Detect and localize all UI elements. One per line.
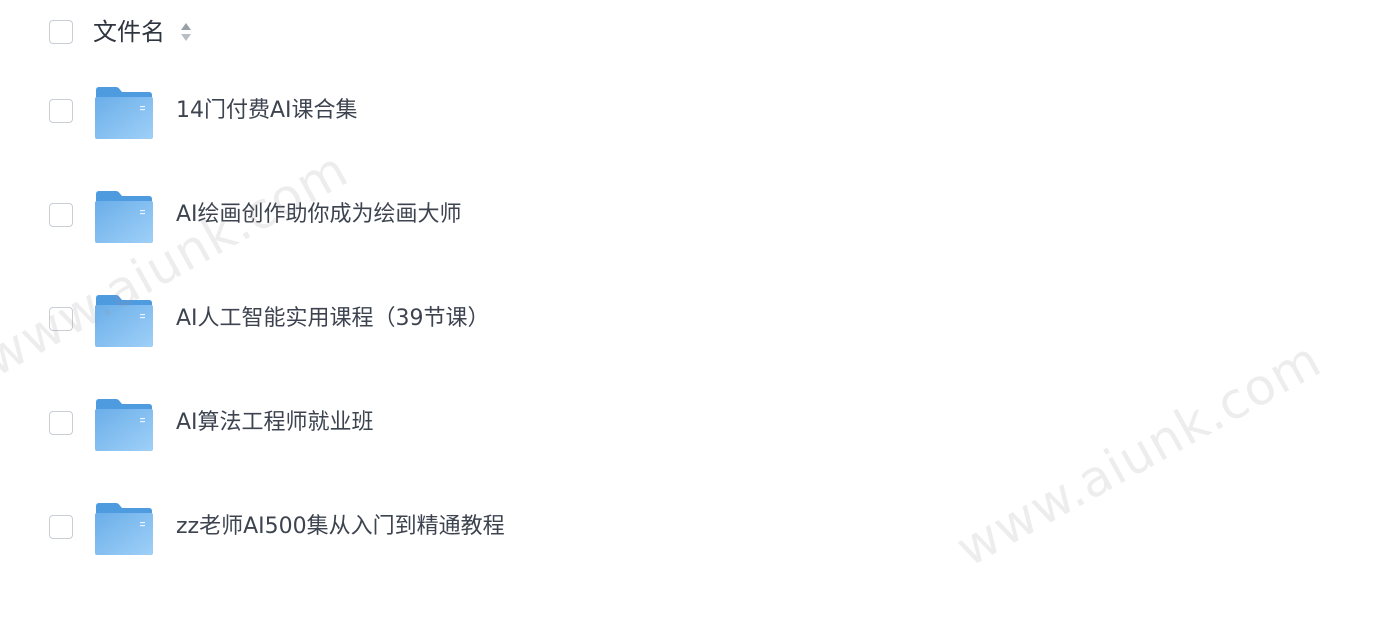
row-checkbox[interactable]	[49, 99, 73, 123]
file-name[interactable]: AI绘画创作助你成为绘画大师	[176, 200, 462, 230]
row-checkbox[interactable]	[49, 307, 73, 331]
row-checkbox[interactable]	[49, 203, 73, 227]
folder-icon	[95, 399, 153, 451]
file-name[interactable]: zz老师AI500集从入门到精通教程	[176, 512, 505, 542]
select-all-checkbox[interactable]	[49, 20, 73, 44]
file-row[interactable]: AI绘画创作助你成为绘画大师	[0, 162, 1384, 266]
folder-icon	[95, 87, 153, 139]
column-header-filename[interactable]: 文件名	[93, 16, 165, 48]
file-list: 14门付费AI课合集 AI绘画创作助你成为绘画大师 AI人工智能实用课程（39节…	[0, 58, 1384, 578]
folder-icon	[95, 295, 153, 347]
file-row[interactable]: zz老师AI500集从入门到精通教程	[0, 474, 1384, 578]
file-row[interactable]: AI算法工程师就业班	[0, 370, 1384, 474]
folder-icon	[95, 503, 153, 555]
folder-icon	[95, 191, 153, 243]
file-name[interactable]: AI人工智能实用课程（39节课）	[176, 304, 490, 334]
row-checkbox[interactable]	[49, 515, 73, 539]
file-row[interactable]: 14门付费AI课合集	[0, 58, 1384, 162]
file-row[interactable]: AI人工智能实用课程（39节课）	[0, 266, 1384, 370]
sort-icon[interactable]	[179, 21, 193, 43]
file-name[interactable]: AI算法工程师就业班	[176, 408, 374, 438]
file-name[interactable]: 14门付费AI课合集	[176, 96, 358, 126]
row-checkbox[interactable]	[49, 411, 73, 435]
file-list-header: 文件名	[0, 0, 1384, 66]
